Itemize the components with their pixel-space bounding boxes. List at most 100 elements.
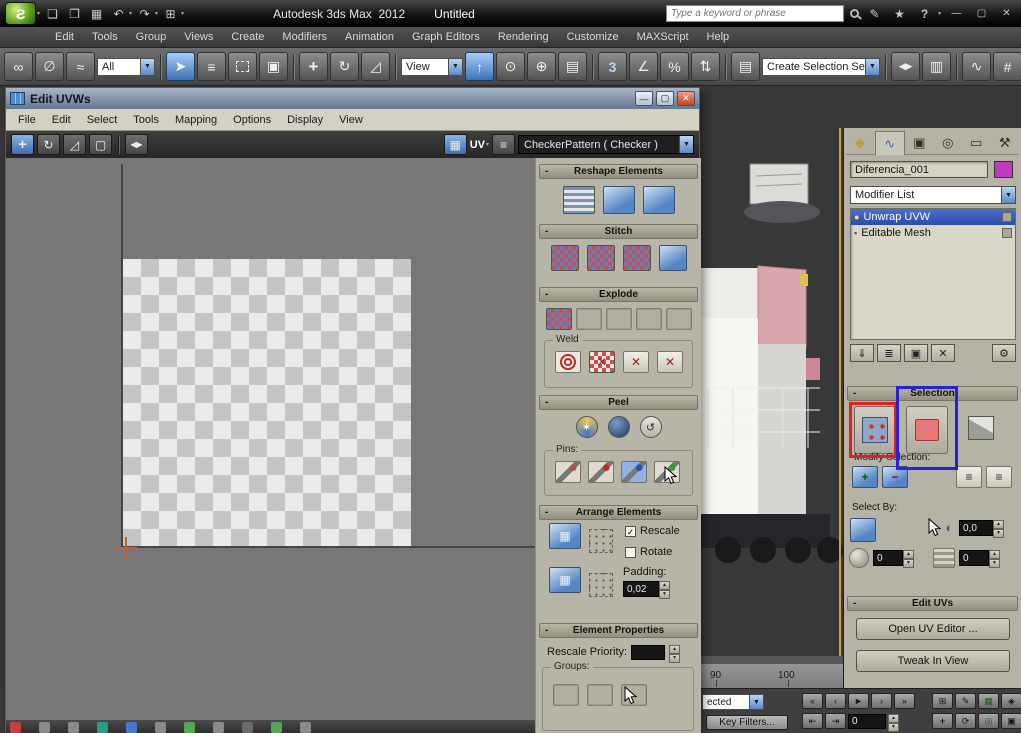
pack-normalize-icon[interactable]: ▦ bbox=[549, 523, 581, 549]
make-unique-icon[interactable]: ▣ bbox=[904, 344, 928, 362]
save-file-icon[interactable]: ▦ bbox=[87, 4, 106, 23]
reset-peel-icon[interactable]: ↺ bbox=[640, 416, 662, 438]
help-icon[interactable]: ? bbox=[915, 4, 934, 23]
selection-filter-dropdown[interactable]: All ▼ bbox=[97, 58, 155, 76]
stack-toggle-icon[interactable] bbox=[1002, 212, 1012, 222]
uvw-menu-mapping[interactable]: Mapping bbox=[167, 112, 225, 128]
uvw-bottom-icon[interactable] bbox=[213, 722, 224, 733]
remove-modifier-icon[interactable]: ✕ bbox=[931, 344, 955, 362]
tab-motion[interactable]: ◎ bbox=[934, 131, 963, 155]
zoom-region-icon[interactable]: ◈ bbox=[1001, 693, 1021, 709]
modifier-enabled-bulb-icon[interactable]: ● bbox=[854, 212, 859, 222]
reshape-elements-header[interactable]: - Reshape Elements bbox=[539, 164, 698, 179]
grow-selection-icon[interactable]: + bbox=[852, 466, 878, 488]
uvw-menu-edit[interactable]: Edit bbox=[44, 112, 79, 128]
open-uv-editor-button[interactable]: Open UV Editor ... bbox=[856, 618, 1010, 640]
tab-modify[interactable]: ∿ bbox=[875, 131, 906, 155]
show-map-toggle-icon[interactable]: ▦ bbox=[444, 134, 467, 155]
timeline-ruler[interactable]: 90 100 bbox=[700, 656, 843, 688]
select-group-icon[interactable] bbox=[587, 684, 613, 706]
uv-channel-caret-icon[interactable]: ▾ bbox=[486, 141, 489, 148]
go-to-start-button[interactable]: « bbox=[802, 693, 823, 709]
window-maximize-button[interactable]: ▢ bbox=[972, 5, 991, 22]
unlink-selection-icon[interactable]: ∅ bbox=[35, 52, 64, 81]
select-object-icon[interactable]: ➤ bbox=[166, 52, 195, 81]
ignore-backfacing-icon[interactable] bbox=[849, 548, 869, 568]
pack-custom-icon[interactable]: ▦ bbox=[549, 567, 581, 593]
menu-edit[interactable]: Edit bbox=[46, 29, 83, 45]
menu-modifiers[interactable]: Modifiers bbox=[273, 29, 336, 45]
select-and-link-icon[interactable]: ∞ bbox=[4, 52, 33, 81]
auto-key-icon[interactable]: ✎ bbox=[955, 693, 976, 709]
relax-until-flat-icon[interactable] bbox=[643, 186, 675, 214]
orbit-icon[interactable]: ⟳ bbox=[955, 713, 976, 729]
stack-row-unwrap-uvw[interactable]: ● Unwrap UVW bbox=[851, 209, 1015, 225]
selected-tracks-dropdown[interactable]: ected ▼ bbox=[702, 694, 764, 710]
dropdown-arrow-icon[interactable]: ▼ bbox=[1001, 187, 1015, 203]
arrange-elements-header[interactable]: - Arrange Elements bbox=[539, 505, 698, 520]
stitch-average-icon[interactable] bbox=[623, 245, 651, 271]
menu-animation[interactable]: Animation bbox=[336, 29, 403, 45]
object-name-field[interactable]: Diferencia_001 bbox=[850, 161, 988, 178]
angle-snap-icon[interactable]: ∠ bbox=[629, 52, 658, 81]
smoothing-group-value[interactable]: 0 bbox=[959, 550, 989, 566]
object-color-swatch[interactable] bbox=[994, 161, 1013, 178]
tab-display[interactable]: ▭ bbox=[962, 131, 991, 155]
communication-center-icon[interactable]: ✎ bbox=[865, 4, 884, 23]
show-end-result-icon[interactable]: ≣ bbox=[877, 344, 901, 362]
dropdown-arrow-icon[interactable]: ▼ bbox=[749, 695, 763, 709]
previous-frame-button[interactable]: ⇤ bbox=[802, 713, 823, 729]
current-frame-field[interactable]: 0 bbox=[848, 714, 886, 729]
edge-angle-value[interactable]: 0 bbox=[873, 550, 903, 566]
menu-graph-editors[interactable]: Graph Editors bbox=[403, 29, 489, 45]
stitch-header[interactable]: - Stitch bbox=[539, 224, 698, 239]
search-icon[interactable] bbox=[850, 9, 859, 18]
use-pivot-point-center-icon[interactable]: ⊙ bbox=[496, 52, 525, 81]
select-and-scale-icon[interactable]: ◿ bbox=[361, 52, 390, 81]
app-menu-caret-icon[interactable]: ▾ bbox=[37, 10, 40, 17]
uvw-menu-options[interactable]: Options bbox=[225, 112, 279, 128]
spin-down-icon[interactable]: ▼ bbox=[669, 654, 680, 663]
uv-canvas[interactable] bbox=[6, 158, 535, 733]
zoom-extents-icon[interactable]: ▦ bbox=[978, 693, 999, 709]
tab-create[interactable]: ◆ bbox=[846, 131, 875, 155]
menu-group[interactable]: Group bbox=[127, 29, 176, 45]
uvw-scale-icon[interactable]: ◿ bbox=[63, 134, 86, 155]
select-by-name-icon[interactable]: ≡ bbox=[197, 52, 226, 81]
select-by-planar-icon[interactable] bbox=[850, 518, 876, 542]
menu-rendering[interactable]: Rendering bbox=[489, 29, 558, 45]
keyboard-shortcut-override-icon[interactable]: ▤ bbox=[558, 52, 587, 81]
pan-view-icon[interactable]: + bbox=[932, 713, 953, 729]
uvw-bottom-icon[interactable] bbox=[68, 722, 79, 733]
pin-tool-icon[interactable] bbox=[555, 461, 581, 483]
uvw-bottom-icon[interactable] bbox=[10, 722, 21, 733]
weld-all-icon[interactable]: ✕ bbox=[657, 351, 683, 373]
uvw-close-button[interactable]: ✕ bbox=[677, 91, 695, 106]
project-folder-icon[interactable]: ⊞ bbox=[161, 4, 180, 23]
spin-down-icon[interactable]: ▼ bbox=[903, 559, 914, 568]
weld-selected-icon[interactable]: ✕ bbox=[589, 351, 615, 373]
snaps-toggle-icon[interactable]: 3 bbox=[598, 52, 627, 81]
spinner-snap-icon[interactable]: ⇅ bbox=[691, 52, 720, 81]
next-frame-button[interactable]: ⇥ bbox=[825, 713, 846, 729]
spin-up-icon[interactable]: ▲ bbox=[989, 550, 1000, 559]
straighten-selection-icon[interactable] bbox=[603, 186, 635, 214]
previous-key-button[interactable]: ‹ bbox=[825, 693, 846, 709]
break-by-angle-icon[interactable] bbox=[666, 308, 692, 330]
uvw-bottom-icon[interactable] bbox=[97, 722, 108, 733]
checker-texture-tile[interactable] bbox=[123, 259, 411, 546]
relax-tool-icon[interactable] bbox=[563, 186, 595, 214]
peel-mode-icon[interactable] bbox=[608, 416, 630, 438]
open-file-icon[interactable]: ❐ bbox=[65, 4, 84, 23]
play-button[interactable]: ► bbox=[848, 693, 869, 709]
flatten-custom-icon[interactable] bbox=[606, 308, 632, 330]
uvw-rotate-icon[interactable]: ↻ bbox=[37, 134, 60, 155]
menu-views[interactable]: Views bbox=[175, 29, 222, 45]
stack-row-editable-mesh[interactable]: ▪ Editable Mesh bbox=[851, 225, 1015, 241]
planar-angle-spinner[interactable]: 0,0 ▲▼ bbox=[959, 520, 1004, 536]
rescale-checkbox[interactable]: ✓ bbox=[625, 526, 636, 537]
select-by-smoothing-group-icon[interactable] bbox=[933, 548, 955, 568]
stitch-source-icon[interactable] bbox=[587, 245, 615, 271]
spin-down-icon[interactable]: ▼ bbox=[888, 723, 899, 732]
window-minimize-button[interactable]: — bbox=[947, 5, 966, 22]
